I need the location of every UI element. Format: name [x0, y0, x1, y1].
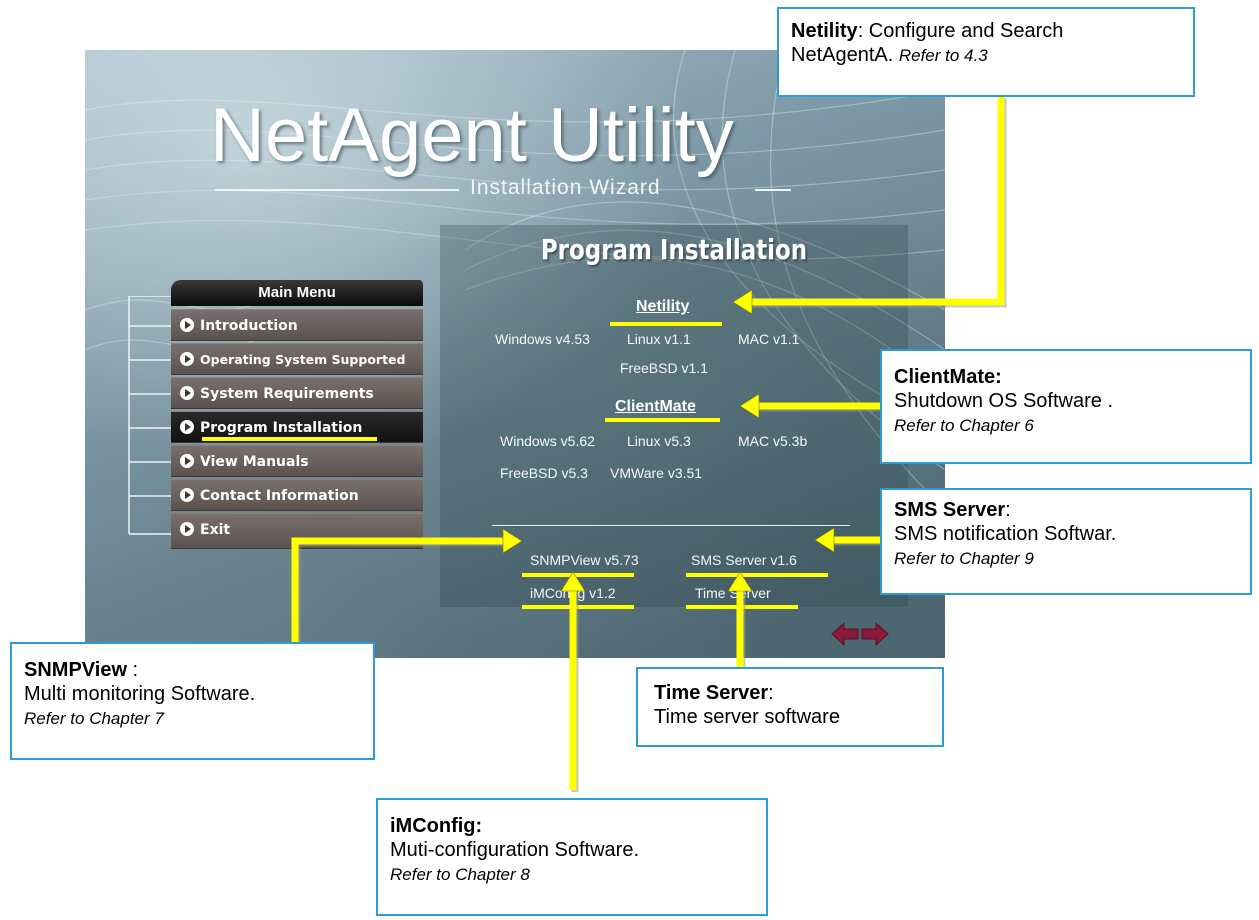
- highlight-underline-menu: [202, 437, 377, 441]
- callout-timeserver-colon: :: [768, 682, 774, 704]
- callout-timeserver-title: Time Server: [654, 682, 769, 704]
- menu-item-label: Introduction: [200, 318, 298, 334]
- callout-netility-title: Netility: [791, 20, 858, 42]
- menu-item-label: View Manuals: [200, 454, 309, 470]
- callout-netility-ref: Refer to 4.3: [898, 46, 988, 65]
- netility-linux-link[interactable]: Linux v1.1: [627, 331, 691, 347]
- netility-heading[interactable]: Netility: [636, 298, 689, 316]
- arrow-circle-icon: [180, 318, 194, 332]
- clientmate-mac-link[interactable]: MAC v5.3b: [738, 433, 807, 449]
- highlight-underline-clientmate: [605, 418, 720, 422]
- navigation-arrows: [831, 621, 889, 647]
- callout-sms-title: SMS Server: [894, 499, 1006, 521]
- back-arrow-icon[interactable]: [831, 621, 859, 647]
- highlight-underline-netility: [610, 322, 722, 326]
- callout-snmpview-title: SNMPView: [24, 659, 127, 681]
- netility-windows-link[interactable]: Windows v4.53: [495, 331, 590, 347]
- time-server-link[interactable]: Time Server: [695, 585, 771, 601]
- menu-item-contact-information[interactable]: Contact Information: [171, 479, 423, 511]
- callout-snmpview-ref: Refer to Chapter 7: [24, 709, 164, 728]
- clientmate-windows-link[interactable]: Windows v5.62: [500, 433, 595, 449]
- menu-item-operating-system-supported[interactable]: Operating System Supported: [171, 343, 423, 375]
- callout-clientmate-text: Shutdown OS Software .: [894, 390, 1114, 412]
- menu-item-view-manuals[interactable]: View Manuals: [171, 445, 423, 477]
- clientmate-vmware-link[interactable]: VMWare v3.51: [610, 465, 702, 481]
- callout-snmpview: SNMPView : Multi monitoring Software. Re…: [10, 642, 375, 760]
- callout-sms-server: SMS Server: SMS notification Softwar. Re…: [880, 488, 1252, 595]
- callout-clientmate-ref: Refer to Chapter 6: [894, 416, 1034, 435]
- callout-sms-colon: :: [1005, 499, 1011, 521]
- clientmate-linux-link[interactable]: Linux v5.3: [627, 433, 691, 449]
- panel-divider: [492, 525, 850, 526]
- forward-arrow-icon[interactable]: [861, 621, 889, 647]
- program-installation-panel: Program Installation Netility Windows v4…: [440, 225, 908, 609]
- callout-clientmate-title: ClientMate:: [894, 366, 1002, 388]
- callout-timeserver-text: Time server software: [654, 706, 840, 728]
- callout-netility: Netility: Configure and Search NetAgentA…: [777, 7, 1195, 97]
- arrow-circle-icon: [180, 420, 194, 434]
- menu-item-label: System Requirements: [200, 386, 374, 402]
- title-divider-right: [755, 189, 791, 191]
- callout-sms-ref: Refer to Chapter 9: [894, 549, 1034, 568]
- arrow-circle-icon: [180, 522, 194, 536]
- arrow-circle-icon: [180, 386, 194, 400]
- menu-item-label: Exit: [200, 522, 231, 538]
- panel-title: Program Installation: [540, 233, 808, 266]
- callout-netility-text1: : Configure and Search: [857, 20, 1064, 42]
- clientmate-heading[interactable]: ClientMate: [615, 398, 696, 416]
- title-divider-left: [215, 189, 459, 191]
- menu-item-label: Contact Information: [200, 488, 359, 504]
- netility-freebsd-link[interactable]: FreeBSD v1.1: [620, 360, 708, 376]
- arrow-circle-icon: [180, 454, 194, 468]
- callout-imconfig-text: Muti-configuration Software.: [390, 839, 640, 861]
- highlight-underline-imconfig: [522, 605, 634, 609]
- menu-tree-lines: [128, 296, 171, 535]
- app-title: NetAgent Utility: [210, 93, 734, 178]
- menu-item-system-requirements[interactable]: System Requirements: [171, 377, 423, 409]
- menu-item-label: Operating System Supported: [200, 352, 406, 367]
- snmpview-link[interactable]: SNMPView v5.73: [530, 552, 639, 568]
- callout-snmpview-text: Multi monitoring Software.: [24, 683, 256, 705]
- app-subtitle: Installation Wizard: [470, 176, 661, 199]
- main-menu-header: Main Menu: [171, 280, 423, 306]
- arrow-circle-icon: [180, 352, 194, 366]
- menu-item-introduction[interactable]: Introduction: [171, 309, 423, 341]
- callout-time-server: Time Server: Time server software: [636, 667, 944, 747]
- callout-netility-text2: NetAgentA.: [791, 44, 899, 66]
- imconfig-link[interactable]: iMConfig v1.2: [530, 585, 616, 601]
- arrow-circle-icon: [180, 488, 194, 502]
- clientmate-freebsd-link[interactable]: FreeBSD v5.3: [500, 465, 588, 481]
- callout-sms-text: SMS notification Softwar.: [894, 523, 1117, 545]
- highlight-underline-sms-server: [686, 573, 828, 577]
- callout-snmpview-colon: :: [127, 659, 139, 681]
- highlight-underline-snmpview: [522, 573, 634, 577]
- callout-imconfig-ref: Refer to Chapter 8: [390, 865, 530, 884]
- callout-imconfig: iMConfig: Muti-configuration Software. R…: [376, 798, 768, 916]
- sms-server-link[interactable]: SMS Server v1.6: [691, 552, 797, 568]
- menu-item-label: Program Installation: [200, 420, 363, 436]
- netility-mac-link[interactable]: MAC v1.1: [738, 331, 799, 347]
- installer-window: NetAgent Utility Installation Wizard Mai…: [85, 50, 945, 658]
- highlight-underline-time-server: [686, 605, 798, 609]
- callout-imconfig-title: iMConfig:: [390, 815, 483, 837]
- callout-clientmate: ClientMate: Shutdown OS Software . Refer…: [880, 349, 1252, 464]
- menu-item-exit[interactable]: Exit: [171, 513, 423, 549]
